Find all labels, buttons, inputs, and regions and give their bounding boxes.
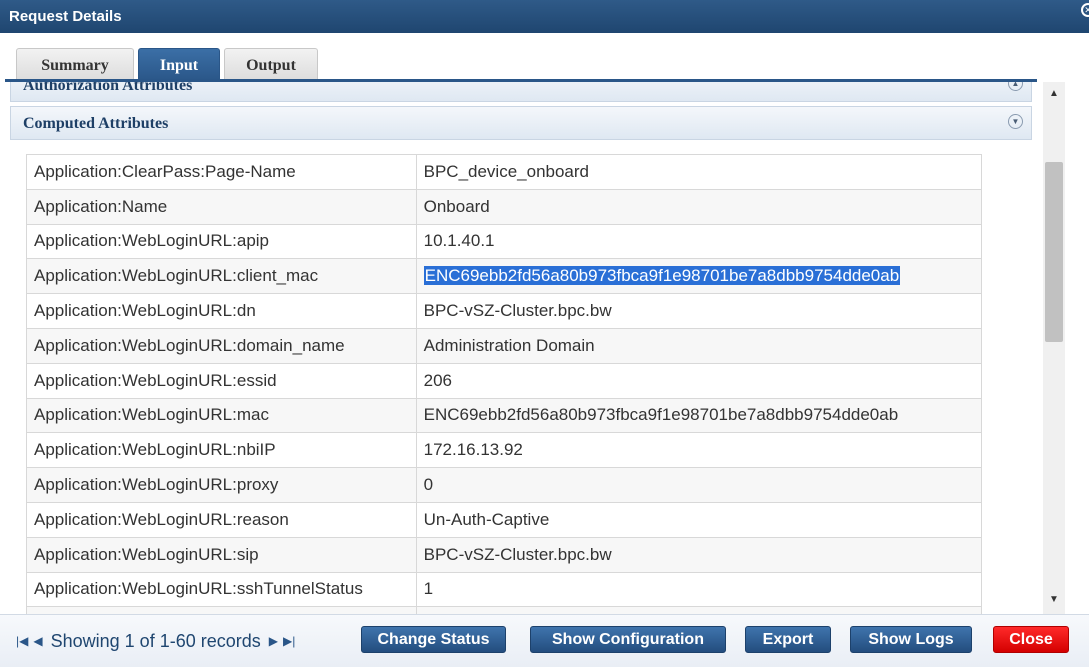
tab-strip: Summary Input Output [0,33,1089,83]
attribute-key [26,606,417,614]
selected-text[interactable]: ENC69ebb2fd56a80b973fbca9f1e98701be7a8db… [423,266,901,286]
section-authorization-title: Authorization Attributes [23,82,193,94]
collapse-toggle-icon[interactable]: ▼ [1008,114,1023,129]
attribute-key: Application:WebLoginURL:mac [26,397,417,434]
tab-output[interactable]: Output [224,48,318,81]
attribute-key: Application:WebLoginURL:proxy [26,467,417,503]
table-row: Application:WebLoginURL:client_mac ENC69e… [26,258,983,295]
pagination: |◀ ◀ Showing 1 of 1-60 records ▶ ▶| [16,630,295,652]
table-row: Application:ClearPass:Page-Name BPC_devic… [26,154,983,190]
attribute-value: 10.1.40.1 [415,223,983,260]
attribute-key: Application:WebLoginURL:essid [26,362,417,399]
table-row: Application:WebLoginURL:sip BPC-vSZ-Clust… [26,536,983,573]
scrollbar-thumb[interactable] [1045,162,1063,342]
attribute-value: ENC69ebb2fd56a80b973fbca9f1e98701be7a8db… [415,397,983,434]
collapse-toggle-icon[interactable]: ▲ [1008,82,1023,91]
attribute-value: 206 [415,362,983,399]
tab-summary[interactable]: Summary [16,48,134,81]
scroll-up-arrow-icon[interactable]: ▲ [1047,88,1061,102]
attributes-table: Application:ClearPass:Page-Name BPC_devic… [26,154,983,614]
scroll-down-arrow-icon[interactable]: ▼ [1047,594,1061,608]
table-row: Application:WebLoginURL:apip 10.1.40.1 [26,223,983,260]
table-row: Application:WebLoginURL:sshTunnelStatus 1 [26,571,983,608]
table-row: Application:WebLoginURL:essid 206 [26,362,983,399]
attribute-key: Application:WebLoginURL:nbiIP [26,432,417,469]
attribute-value: Onboard [415,188,983,225]
tab-input-label: Input [159,57,199,74]
attribute-value: BPC_device_onboard [415,154,983,190]
close-button[interactable]: Close [993,626,1069,653]
next-page-icon[interactable]: ▶ [269,634,278,648]
attribute-value: 172.16.13.92 [415,432,983,469]
request-details-content: Authorization Attributes ▲ Computed Attr… [5,82,1037,614]
table-row: Application:WebLoginURL:mac ENC69ebb2fd56… [26,397,983,434]
section-authorization-attributes[interactable]: Authorization Attributes ▲ [10,82,1032,102]
window-titlebar: Request Details ✕ [0,0,1089,33]
attribute-key: Application:WebLoginURL:dn [26,293,417,329]
attribute-key: Application:WebLoginURL:apip [26,223,417,260]
tab-output-label: Output [246,57,296,74]
attribute-key: Application:Name [26,188,417,225]
window-close-icon[interactable]: ✕ [1081,3,1089,17]
table-row: Application:WebLoginURL:domain_name Admin… [26,327,983,364]
section-computed-title: Computed Attributes [23,115,169,132]
section-computed-attributes[interactable]: Computed Attributes ▼ [10,106,1032,140]
attribute-value: BPC-vSZ-Cluster.bpc.bw [415,536,983,573]
table-row: Application:WebLoginURL:proxy 0 [26,467,983,503]
tab-input[interactable]: Input [138,48,220,81]
attributes-table-wrap: Application:ClearPass:Page-Name BPC_devic… [26,154,983,614]
footer-toolbar: |◀ ◀ Showing 1 of 1-60 records ▶ ▶| Chan… [0,614,1089,667]
previous-page-icon[interactable]: ◀ [33,634,42,648]
vertical-scrollbar[interactable]: ▲ ▼ [1043,82,1065,614]
pager-status-text: Showing 1 of 1-60 records [50,630,261,651]
attribute-key: Application:WebLoginURL:client_mac [26,258,417,295]
table-row: Application:Name Onboard [26,188,983,225]
attribute-key: Application:WebLoginURL:sshTunnelStatus [26,571,417,608]
attribute-key: Application:ClearPass:Page-Name [26,154,417,190]
export-button[interactable]: Export [745,626,831,653]
show-logs-button[interactable]: Show Logs [850,626,972,653]
attribute-value: ENC69ebb2fd56a80b973fbca9f1e98701be7a8db… [415,258,983,295]
table-row: Application:WebLoginURL:dn BPC-vSZ-Cluste… [26,293,983,329]
attribute-value [415,606,983,614]
first-page-icon[interactable]: |◀ [16,634,28,648]
attribute-key: Application:WebLoginURL:domain_name [26,327,417,364]
window-title: Request Details [9,8,122,25]
attribute-value: Un-Auth-Captive [415,501,983,538]
table-row [26,606,983,614]
attribute-key: Application:WebLoginURL:sip [26,536,417,573]
attribute-value: 0 [415,467,983,503]
change-status-button[interactable]: Change Status [361,626,506,653]
table-row: Application:WebLoginURL:nbiIP 172.16.13.9… [26,432,983,469]
attribute-value: Administration Domain [415,327,983,364]
show-configuration-button[interactable]: Show Configuration [530,626,726,653]
attribute-key: Application:WebLoginURL:reason [26,501,417,538]
last-page-icon[interactable]: ▶| [283,634,295,648]
attribute-value: BPC-vSZ-Cluster.bpc.bw [415,293,983,329]
attribute-value: 1 [415,571,983,608]
table-row: Application:WebLoginURL:reason Un-Auth-Ca… [26,501,983,538]
tab-summary-label: Summary [41,57,109,74]
